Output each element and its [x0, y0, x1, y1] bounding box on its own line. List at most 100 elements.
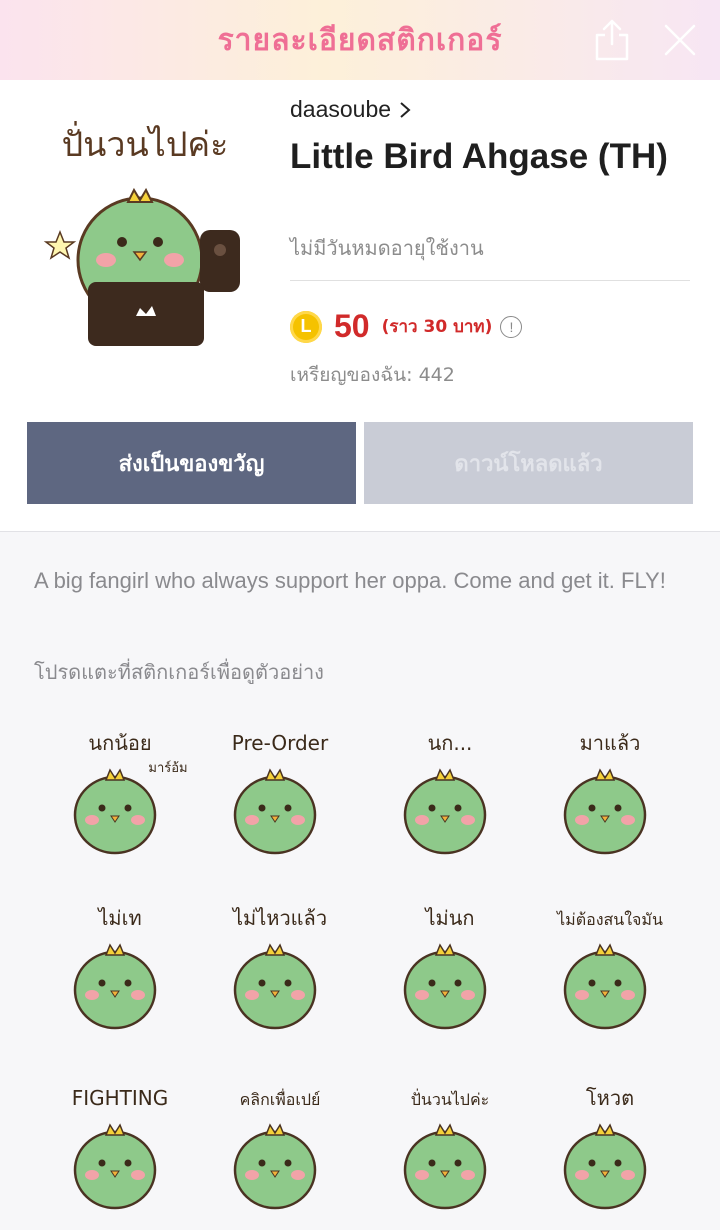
bird-cheek — [621, 990, 635, 1000]
bird-cheek — [85, 815, 99, 825]
bird-eye — [454, 804, 462, 812]
sticker-item[interactable]: มาแล้ว — [530, 720, 690, 870]
bird-cheek — [131, 815, 145, 825]
sticker-item[interactable]: ไม่เท — [40, 895, 200, 1045]
sticker-caption: ไม่เท — [96, 906, 141, 930]
bird-cheek — [415, 815, 429, 825]
sticker-extra-caption: มาร์อ้ม — [148, 760, 187, 776]
bird-eye — [588, 804, 596, 812]
bird-body — [403, 950, 487, 1030]
top-bar: รายละเอียดสติกเกอร์ — [0, 0, 720, 80]
divider — [290, 280, 690, 281]
crown-icon — [104, 943, 126, 956]
bird-cheek — [131, 1170, 145, 1180]
bird-eye — [428, 979, 436, 987]
sticker-image[interactable]: โหวต — [530, 1075, 690, 1225]
bird-eye — [284, 1159, 292, 1167]
bird-cheek — [245, 815, 259, 825]
main-sticker-caption: ปั่นวนไปค่ะ — [62, 121, 229, 165]
sticker-item[interactable]: ปั่นวนไปค่ะ — [370, 1075, 530, 1225]
line-coin-icon: L — [290, 310, 322, 343]
bird-cheek — [621, 815, 635, 825]
sticker-caption: ปั่นวนไปค่ะ — [411, 1088, 490, 1109]
bird-eye — [284, 979, 292, 987]
sticker-caption: นกน้อย — [88, 731, 151, 755]
bird-eye — [454, 979, 462, 987]
sticker-detail-panel: ปั่นวนไปค่ะ daasoube Little Bird Ahgase … — [0, 80, 720, 532]
bird-eye — [428, 804, 436, 812]
sticker-item[interactable]: นก... — [370, 720, 530, 870]
crown-icon — [434, 1123, 456, 1136]
downloaded-button: ดาวน์โหลดแล้ว — [364, 422, 693, 504]
sticker-item[interactable]: ไม่ไหวแล้ว — [200, 895, 360, 1045]
sticker-caption: Pre-Order — [232, 731, 329, 755]
bird-body — [403, 1130, 487, 1210]
bird-eye — [284, 804, 292, 812]
sticker-item[interactable]: โหวต — [530, 1075, 690, 1225]
bird-cheek — [245, 1170, 259, 1180]
sticker-image[interactable]: มาแล้ว — [530, 720, 690, 870]
bird-body — [73, 1130, 157, 1210]
sticker-caption: FIGHTING — [72, 1086, 169, 1110]
bird-body — [233, 1130, 317, 1210]
bird-eye — [454, 1159, 462, 1167]
validity-text: ไม่มีวันหมดอายุใช้งาน — [290, 236, 484, 260]
sticker-caption: ไม่ไหวแล้ว — [231, 906, 327, 930]
crown-icon — [264, 1123, 286, 1136]
price: 50 — [334, 308, 370, 344]
sticker-image[interactable]: Pre-Order — [200, 720, 360, 870]
crown-icon — [594, 768, 616, 781]
bird-eye — [124, 979, 132, 987]
sticker-image[interactable]: ไม่นก — [370, 895, 530, 1045]
sticker-image[interactable]: ไม่เท — [40, 895, 200, 1045]
sticker-caption: ไม่ต้องสนใจมัน — [555, 910, 663, 929]
sticker-caption: โหวต — [586, 1086, 634, 1110]
bird-cheek — [621, 1170, 635, 1180]
bird-eye — [98, 1159, 106, 1167]
info-icon[interactable]: ! — [500, 315, 523, 338]
sticker-item[interactable]: FIGHTING — [40, 1075, 200, 1225]
preview-hint: โปรดแตะที่สติกเกอร์เพื่อดูตัวอย่าง — [34, 660, 324, 684]
sticker-image[interactable]: ไม่ต้องสนใจมัน — [530, 895, 690, 1045]
bird-eye — [614, 979, 622, 987]
main-sticker-image[interactable]: ปั่นวนไปค่ะ — [40, 110, 250, 350]
bird-eye — [428, 1159, 436, 1167]
bird-cheek — [415, 1170, 429, 1180]
bird-eye — [588, 979, 596, 987]
bird-eye — [98, 804, 106, 812]
bird-eye — [614, 804, 622, 812]
bird-body — [73, 950, 157, 1030]
sticker-image[interactable]: คลิกเพื่อเปย์ — [200, 1075, 360, 1225]
sticker-image[interactable]: ไม่ไหวแล้ว — [200, 895, 360, 1045]
page-title: รายละเอียดสติกเกอร์ — [217, 22, 503, 58]
sticker-item[interactable]: Pre-Order — [200, 720, 360, 870]
sticker-caption: ไม่นก — [423, 906, 474, 930]
crown-icon — [104, 768, 126, 781]
bird-body — [403, 775, 487, 855]
bird-cheek — [245, 990, 259, 1000]
author-name[interactable]: daasoube — [290, 96, 391, 123]
bird-cheek — [85, 990, 99, 1000]
sticker-item[interactable]: ไม่นก — [370, 895, 530, 1045]
chevron-right-icon — [400, 101, 411, 118]
coin-balance: เหรียญของฉัน: 442 — [290, 364, 455, 386]
sticker-item[interactable]: นกน้อยมาร์อ้ม — [40, 720, 200, 870]
sticker-caption: คลิกเพื่อเปย์ — [240, 1088, 321, 1109]
close-icon[interactable] — [662, 22, 698, 58]
bird-eye — [98, 979, 106, 987]
bird-cheek — [575, 815, 589, 825]
crown-icon — [594, 943, 616, 956]
bird-body — [563, 775, 647, 855]
sticker-item[interactable]: ไม่ต้องสนใจมัน — [530, 895, 690, 1045]
gift-button[interactable]: ส่งเป็นของขวัญ — [27, 422, 356, 504]
bird-cheek — [291, 990, 305, 1000]
bird-body — [233, 950, 317, 1030]
bird-eye — [614, 1159, 622, 1167]
sticker-image[interactable]: นกน้อยมาร์อ้ม — [40, 720, 200, 870]
sticker-image[interactable]: FIGHTING — [40, 1075, 200, 1225]
author-link[interactable]: daasoube — [290, 96, 411, 123]
sticker-item[interactable]: คลิกเพื่อเปย์ — [200, 1075, 360, 1225]
sticker-image[interactable]: นก... — [370, 720, 530, 870]
sticker-image[interactable]: ปั่นวนไปค่ะ — [370, 1075, 530, 1225]
share-icon[interactable] — [592, 18, 632, 62]
